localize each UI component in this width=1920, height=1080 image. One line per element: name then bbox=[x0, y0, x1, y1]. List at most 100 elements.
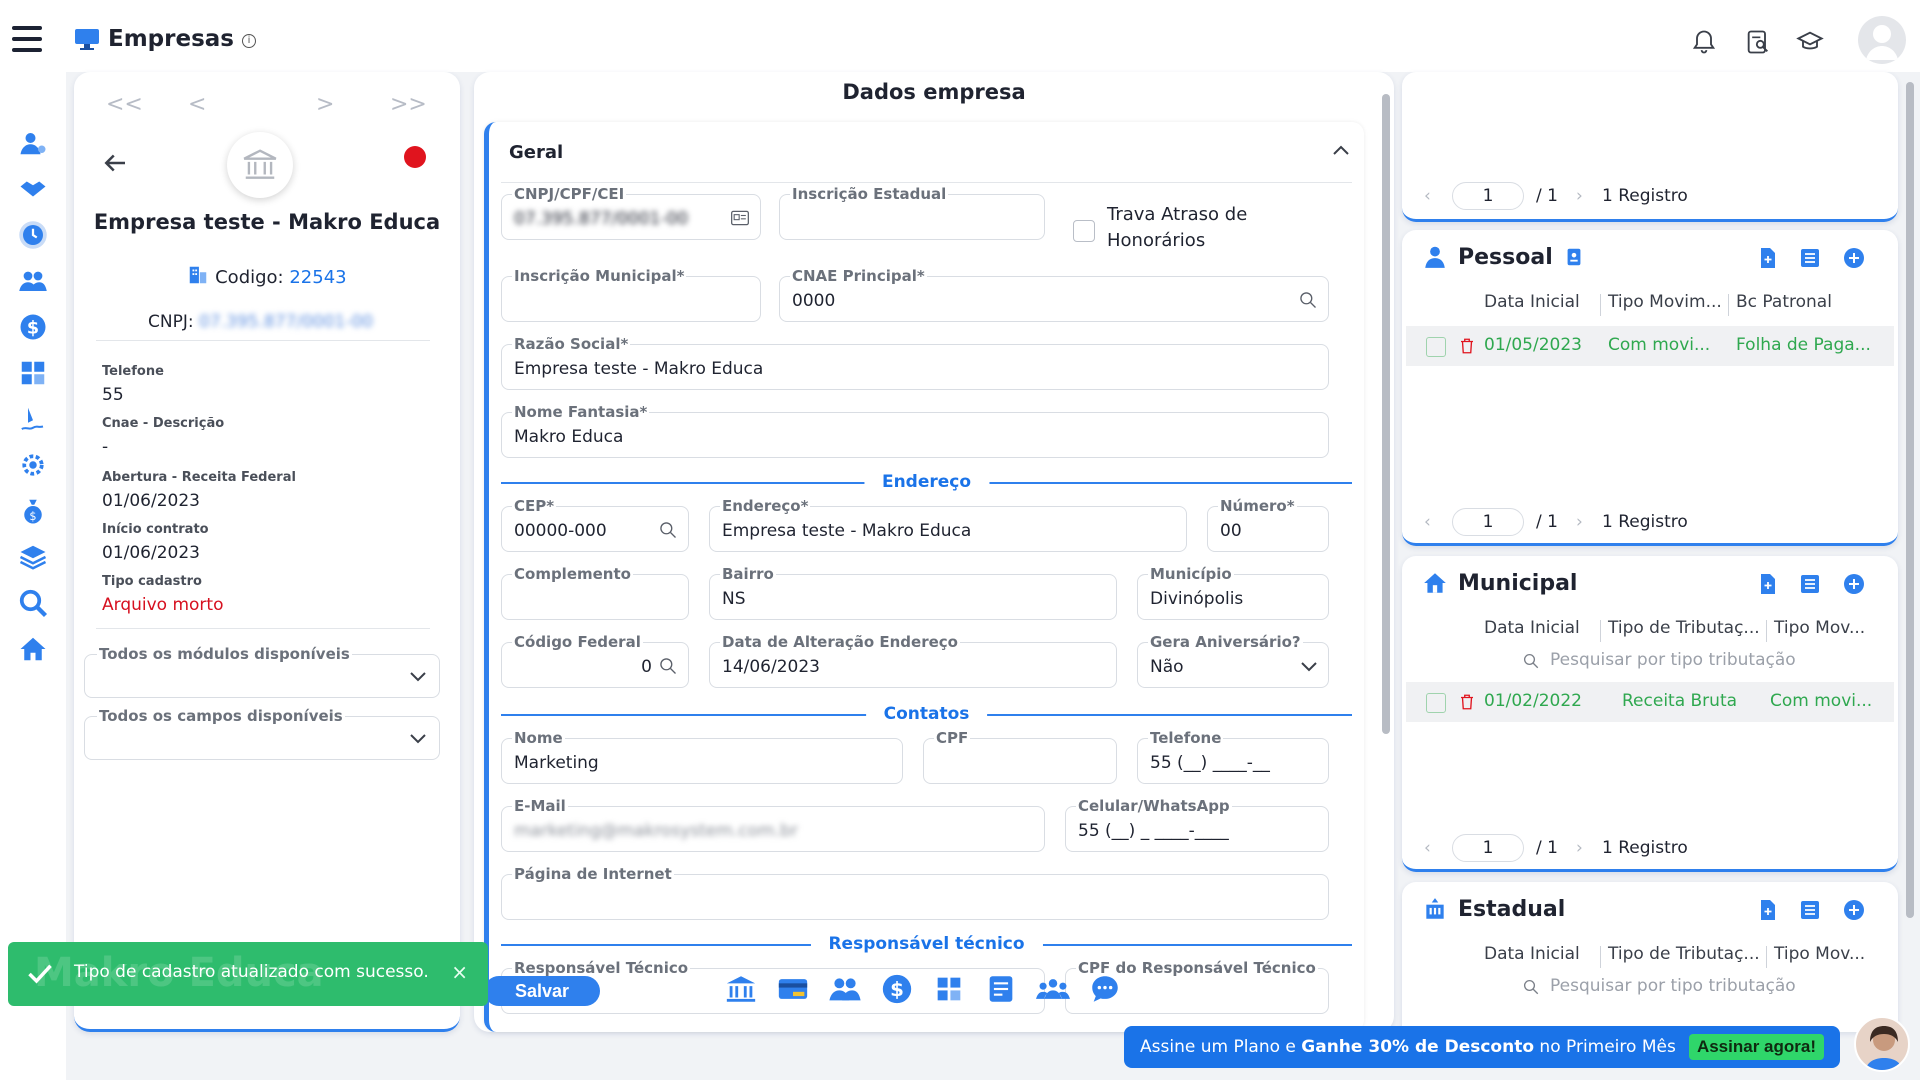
signature-icon[interactable] bbox=[18, 404, 48, 434]
inscricao-municipal-field[interactable]: Inscrição Municipal* bbox=[501, 267, 761, 322]
numero-field[interactable]: Número* 00 bbox=[1207, 497, 1329, 552]
document-search-icon[interactable] bbox=[1744, 28, 1772, 56]
gear-network-icon[interactable] bbox=[18, 450, 48, 480]
calculator-icon[interactable] bbox=[18, 358, 48, 388]
table-row[interactable]: 01/02/2022 Receita Bruta Com movi... bbox=[1406, 682, 1894, 722]
contato-nome-field[interactable]: Nome Marketing bbox=[501, 729, 903, 784]
row-checkbox[interactable] bbox=[1426, 693, 1446, 713]
razao-social-field[interactable]: Razão Social* Empresa teste - Makro Educ… bbox=[501, 335, 1329, 390]
previous-record-button[interactable]: < bbox=[188, 92, 206, 117]
inscricao-estadual-field[interactable]: Inscrição Estadual bbox=[779, 185, 1045, 240]
toast-close-button[interactable]: × bbox=[451, 960, 468, 984]
file-add-icon[interactable] bbox=[1756, 246, 1780, 270]
prev-page-button[interactable]: ‹ bbox=[1424, 186, 1431, 206]
search-icon[interactable] bbox=[18, 588, 48, 618]
plus-circle-icon[interactable] bbox=[1842, 246, 1866, 270]
trava-atraso-checkbox[interactable] bbox=[1073, 220, 1095, 242]
page-input[interactable]: 1 bbox=[1452, 834, 1524, 862]
municipal-table-header: Data Inicial Tipo de Tributaç... Tipo Mo… bbox=[1402, 618, 1898, 644]
assistant-avatar[interactable] bbox=[1854, 1016, 1910, 1072]
users-icon[interactable] bbox=[18, 266, 48, 296]
company-summary-card: << < > >> Empresa teste - Makro Educa Co… bbox=[74, 72, 460, 1032]
dollar-icon[interactable]: $ bbox=[880, 972, 914, 1006]
promo-banner[interactable]: Assine um Plano e Ganhe 30% de Desconto … bbox=[1124, 1026, 1840, 1068]
next-page-button[interactable]: › bbox=[1576, 186, 1583, 206]
trash-icon[interactable] bbox=[1458, 336, 1476, 356]
card-icon[interactable] bbox=[776, 972, 810, 1006]
form-scrollbar[interactable] bbox=[1382, 84, 1390, 1004]
calculator-icon[interactable] bbox=[932, 972, 966, 1006]
gera-aniversario-select[interactable]: Gera Aniversário? Não bbox=[1137, 633, 1329, 688]
celular-field[interactable]: Celular/WhatsApp 55 (__) _ ____-____ bbox=[1065, 797, 1329, 852]
prev-page-button[interactable]: ‹ bbox=[1424, 512, 1431, 532]
right-scrollbar[interactable] bbox=[1906, 72, 1914, 1032]
handshake-icon[interactable] bbox=[18, 174, 48, 204]
graduation-cap-icon[interactable] bbox=[1796, 28, 1824, 56]
people-icon[interactable] bbox=[828, 972, 862, 1006]
svg-text:$: $ bbox=[29, 510, 36, 523]
page-input[interactable]: 1 bbox=[1452, 182, 1524, 210]
save-button[interactable]: Salvar bbox=[484, 976, 600, 1006]
first-record-button[interactable]: << bbox=[106, 92, 143, 117]
dollar-icon[interactable]: $ bbox=[18, 312, 48, 342]
home-icon[interactable] bbox=[18, 634, 48, 664]
back-arrow-icon[interactable] bbox=[100, 148, 130, 178]
id-card-icon[interactable] bbox=[730, 208, 750, 228]
pagina-internet-field[interactable]: Página de Internet bbox=[501, 865, 1329, 920]
plus-circle-icon[interactable] bbox=[1842, 572, 1866, 596]
page-title: Empresas i bbox=[74, 26, 256, 52]
data-alteracao-field[interactable]: Data de Alteração Endereço 14/06/2023 bbox=[709, 633, 1117, 688]
user-settings-icon[interactable] bbox=[18, 128, 48, 158]
contato-telefone-field[interactable]: Telefone 55 (__) ____-__ bbox=[1137, 729, 1329, 784]
codigo-federal-field[interactable]: Código Federal 0 bbox=[501, 633, 689, 688]
info-icon[interactable]: i bbox=[241, 34, 256, 48]
cnae-field[interactable]: CNAE Principal* 0000 bbox=[779, 267, 1329, 322]
user-avatar[interactable] bbox=[1858, 16, 1906, 64]
chat-icon[interactable] bbox=[1088, 972, 1122, 1006]
municipal-card: Municipal Data Inicial Tipo de Tributaç.… bbox=[1402, 556, 1898, 872]
file-add-icon[interactable] bbox=[1756, 572, 1780, 596]
next-page-button[interactable]: › bbox=[1576, 838, 1583, 858]
nome-fantasia-field[interactable]: Nome Fantasia* Makro Educa bbox=[501, 403, 1329, 458]
last-record-button[interactable]: >> bbox=[390, 92, 427, 117]
notes-icon[interactable] bbox=[984, 972, 1018, 1006]
company-logo[interactable] bbox=[227, 132, 293, 198]
file-add-icon[interactable] bbox=[1756, 898, 1780, 922]
modules-dropdown[interactable]: Todos os módulos disponíveis bbox=[84, 645, 440, 698]
clock-icon[interactable] bbox=[18, 220, 48, 250]
fields-dropdown[interactable]: Todos os campos disponíveis bbox=[84, 707, 440, 760]
layers-icon[interactable] bbox=[18, 542, 48, 572]
code-value[interactable]: 22543 bbox=[289, 267, 346, 288]
search-icon[interactable] bbox=[658, 520, 678, 540]
list-icon[interactable] bbox=[1798, 246, 1822, 270]
page-input[interactable]: 1 bbox=[1452, 508, 1524, 536]
checkmark-icon bbox=[28, 964, 52, 984]
plus-circle-icon[interactable] bbox=[1842, 898, 1866, 922]
contato-cpf-field[interactable]: CPF bbox=[923, 729, 1117, 784]
pagination: ‹ 1 / 1 › 1 Registro bbox=[1424, 508, 1884, 538]
cep-field[interactable]: CEP* 00000-000 bbox=[501, 497, 689, 552]
row-checkbox[interactable] bbox=[1426, 337, 1446, 357]
next-page-button[interactable]: › bbox=[1576, 512, 1583, 532]
complemento-field[interactable]: Complemento bbox=[501, 565, 689, 620]
subscribe-button[interactable]: Assinar agora! bbox=[1688, 1034, 1824, 1060]
prev-page-button[interactable]: ‹ bbox=[1424, 838, 1431, 858]
next-record-button[interactable]: > bbox=[316, 92, 334, 117]
endereco-field[interactable]: Endereço* Empresa teste - Makro Educa bbox=[709, 497, 1187, 552]
team-icon[interactable] bbox=[1036, 972, 1070, 1006]
municipio-field[interactable]: Município Divinópolis bbox=[1137, 565, 1329, 620]
table-row[interactable]: 01/05/2023 Com movi... Folha de Paga... bbox=[1406, 326, 1894, 366]
cnpj-field[interactable]: CNPJ/CPF/CEI 07.395.877/0001-00 bbox=[501, 185, 761, 240]
money-bag-icon[interactable]: $ bbox=[18, 496, 48, 526]
menu-icon[interactable] bbox=[12, 26, 42, 56]
list-icon[interactable] bbox=[1798, 898, 1822, 922]
search-icon[interactable] bbox=[658, 656, 678, 676]
trash-icon[interactable] bbox=[1458, 692, 1476, 712]
search-icon[interactable] bbox=[1298, 290, 1318, 310]
email-field[interactable]: E-Mail marketing@makrosystem.com.br bbox=[501, 797, 1045, 852]
list-icon[interactable] bbox=[1798, 572, 1822, 596]
chevron-up-icon[interactable] bbox=[1332, 144, 1350, 156]
bairro-field[interactable]: Bairro NS bbox=[709, 565, 1117, 620]
bank-icon[interactable] bbox=[724, 972, 758, 1006]
bell-icon[interactable] bbox=[1690, 28, 1718, 56]
